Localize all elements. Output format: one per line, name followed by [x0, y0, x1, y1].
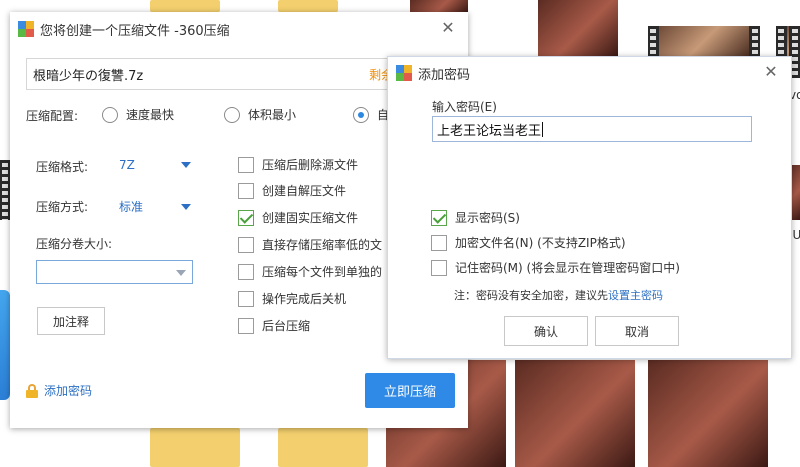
password-dialog: 添加密码 ✕ 输入密码(E) 上老王论坛当老王 显示密码(S) 加密文件名(N)… [387, 56, 792, 359]
checkbox[interactable] [238, 156, 254, 173]
config-row: 压缩配置: [26, 107, 78, 124]
360-compress-app-icon [18, 21, 34, 37]
security-note: 注：密码没有安全加密，建议先 设置主密码 [454, 287, 663, 303]
add-password-text[interactable]: 添加密码 [44, 382, 92, 399]
archive-filename: 根暗少年の復讐.7z [33, 68, 144, 84]
add-comment-button[interactable]: 加注释 [37, 307, 105, 335]
set-master-password-link[interactable]: 设置主密码 [608, 287, 663, 303]
config-option-label: 体积最小 [248, 108, 297, 122]
checkbox-checked[interactable] [238, 209, 254, 226]
option-label: 创建自解压文件 [262, 184, 347, 198]
desktop-folder-thumbnail[interactable] [150, 428, 240, 467]
encrypt-filenames-label: 加密文件名(N) (不支持ZIP格式) [455, 236, 626, 250]
option-label: 压缩后删除源文件 [262, 158, 359, 172]
encrypt-filenames-option[interactable]: 加密文件名(N) (不支持ZIP格式) [431, 234, 626, 251]
checkbox[interactable] [431, 259, 447, 276]
option-shutdown[interactable]: 操作完成后关机 [238, 290, 346, 307]
compress-now-button[interactable]: 立即压缩 [365, 373, 455, 408]
radio-custom[interactable] [353, 106, 369, 123]
checkbox-checked[interactable] [431, 209, 447, 226]
desktop-photo-thumbnail[interactable] [648, 360, 768, 467]
security-note-text: 注：密码没有安全加密，建议先 [454, 289, 608, 302]
option-label: 压缩每个文件到单独的 [262, 265, 383, 279]
radio-fastest[interactable] [102, 106, 118, 123]
checkbox[interactable] [238, 263, 254, 280]
chevron-down-icon[interactable] [176, 270, 186, 276]
desktop-photo-thumbnail[interactable] [538, 0, 618, 56]
option-label: 创建固实压缩文件 [262, 211, 359, 225]
password-input-label: 输入密码(E) [432, 100, 497, 114]
password-label-row: 输入密码(E) [432, 98, 497, 115]
option-delete-source[interactable]: 压缩后删除源文件 [238, 156, 358, 173]
chevron-down-icon[interactable] [181, 203, 191, 210]
radio-smallest[interactable] [224, 106, 240, 123]
option-label: 后台压缩 [262, 319, 311, 333]
format-value: 7Z [119, 158, 135, 172]
config-option-custom[interactable]: 自 [353, 106, 389, 123]
compress-window-title: 您将创建一个压缩文件 -360压缩 [40, 23, 230, 39]
volume-label: 压缩分卷大小: [36, 237, 113, 251]
password-value: 上老王论坛当老王 [437, 123, 542, 139]
checkbox[interactable] [238, 317, 254, 334]
checkbox[interactable] [238, 290, 254, 307]
option-label: 直接存储压缩率低的文 [262, 238, 383, 252]
desktop-app-icon[interactable] [0, 290, 10, 400]
checkbox[interactable] [238, 182, 254, 199]
checkbox[interactable] [431, 234, 447, 251]
close-icon[interactable]: ✕ [438, 18, 458, 38]
method-label: 压缩方式: [36, 200, 89, 214]
method-row: 压缩方式: [36, 198, 88, 215]
desktop-video-thumbnail[interactable] [0, 160, 10, 220]
password-dialog-titlebar[interactable]: 添加密码 ✕ [388, 57, 791, 89]
format-row: 压缩格式: [36, 158, 88, 175]
password-input[interactable]: 上老王论坛当老王 [432, 116, 752, 142]
option-background[interactable]: 后台压缩 [238, 317, 310, 334]
close-icon[interactable]: ✕ [761, 62, 781, 82]
desktop-folder-thumbnail[interactable] [278, 0, 338, 12]
compress-window-titlebar[interactable]: 您将创建一个压缩文件 -360压缩 ✕ [10, 12, 468, 46]
chevron-down-icon[interactable] [181, 162, 191, 168]
format-dropdown[interactable]: 7Z [119, 158, 191, 172]
option-label: 操作完成后关机 [262, 292, 347, 306]
config-option-smallest[interactable]: 体积最小 [224, 106, 296, 123]
option-store-low-ratio[interactable]: 直接存储压缩率低的文 [238, 236, 382, 253]
360-compress-app-icon [396, 65, 412, 81]
cancel-button[interactable]: 取消 [595, 316, 679, 346]
option-separate-archives[interactable]: 压缩每个文件到单独的 [238, 263, 382, 280]
config-option-label: 速度最快 [126, 108, 175, 122]
desktop-video-thumbnail[interactable] [648, 26, 760, 56]
config-label: 压缩配置: [26, 109, 79, 123]
volume-size-select[interactable] [36, 260, 193, 284]
remember-password-label: 记住密码(M) (将会显示在管理密码窗口中) [455, 261, 680, 275]
confirm-button[interactable]: 确认 [504, 316, 588, 346]
desktop-folder-thumbnail[interactable] [150, 0, 220, 12]
show-password-option[interactable]: 显示密码(S) [431, 209, 520, 226]
text-cursor [542, 121, 544, 137]
method-dropdown[interactable]: 标准 [119, 198, 191, 215]
show-password-label: 显示密码(S) [455, 211, 520, 225]
format-label: 压缩格式: [36, 160, 89, 174]
add-password-link[interactable]: 添加密码 [26, 382, 92, 399]
password-dialog-title: 添加密码 [418, 67, 471, 83]
remember-password-option[interactable]: 记住密码(M) (将会显示在管理密码窗口中) [431, 259, 680, 276]
config-option-fastest[interactable]: 速度最快 [102, 106, 174, 123]
desktop-folder-thumbnail[interactable] [278, 428, 368, 467]
lock-icon [26, 383, 38, 398]
method-value: 标准 [119, 200, 144, 214]
option-self-extract[interactable]: 创建自解压文件 [238, 182, 346, 199]
checkbox[interactable] [238, 236, 254, 253]
desktop-photo-thumbnail[interactable] [515, 360, 635, 467]
option-solid-archive[interactable]: 创建固实压缩文件 [238, 209, 358, 226]
volume-row: 压缩分卷大小: [36, 235, 112, 252]
desktop-photo-thumbnail[interactable] [410, 0, 468, 12]
